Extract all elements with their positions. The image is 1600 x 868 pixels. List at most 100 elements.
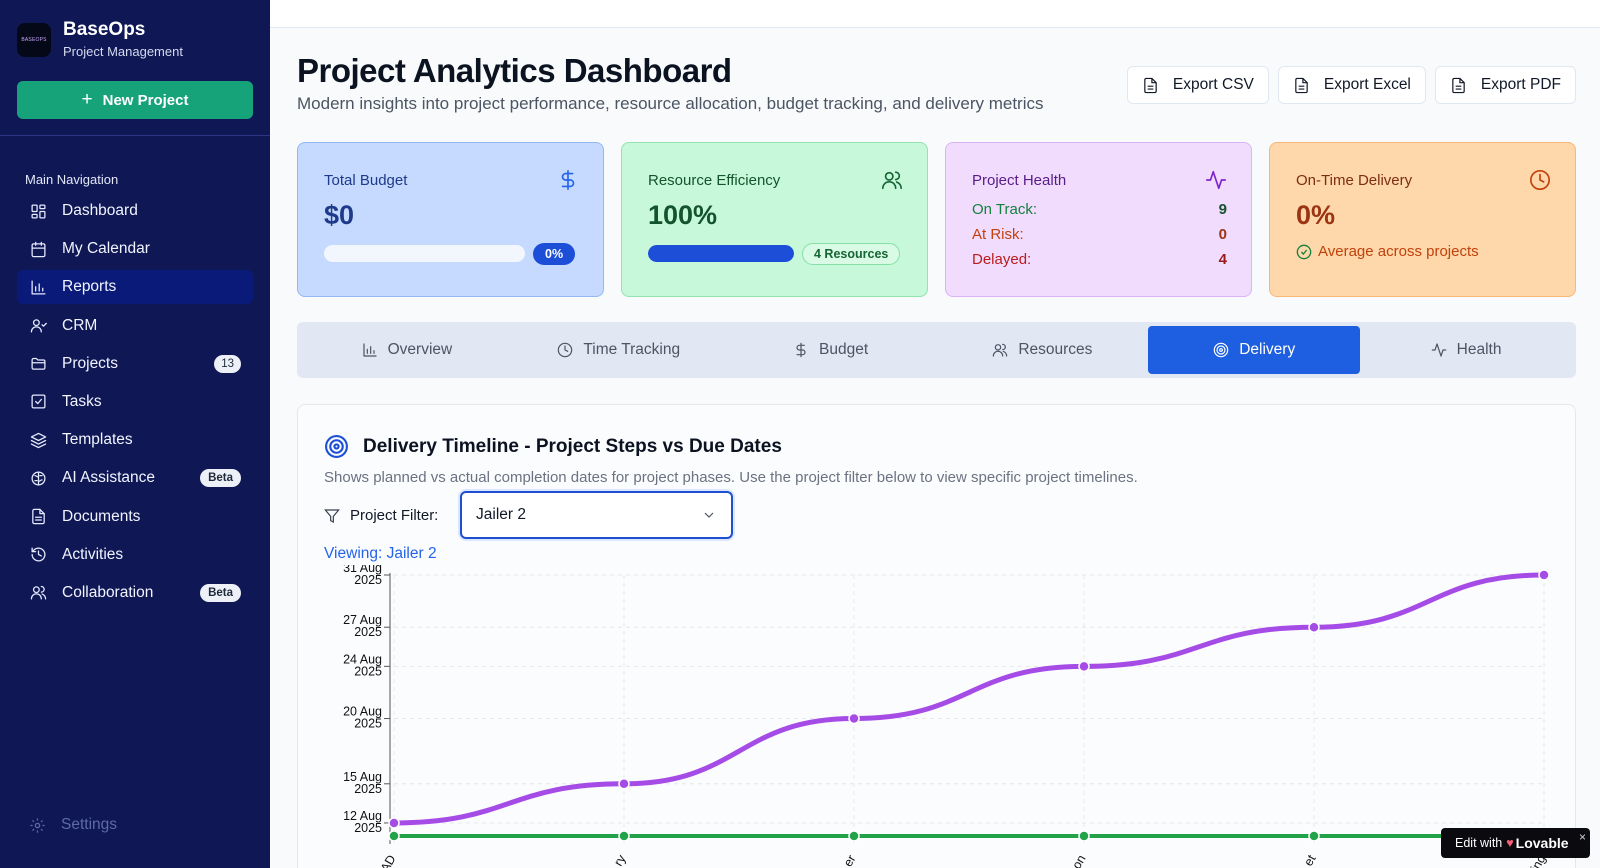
y-tick-label: 27 Aug 2025 xyxy=(343,613,382,639)
page-title: Project Analytics Dashboard xyxy=(297,52,732,89)
brand[interactable]: BASEOPS BaseOps Project Management xyxy=(0,0,270,64)
activity-icon xyxy=(1205,169,1227,191)
project-health-card: Project Health On Track: 9 At Risk: 0 Dela… xyxy=(945,142,1252,297)
lovable-prefix: Edit with xyxy=(1455,836,1503,850)
on-time-delivery-card: On-Time Delivery 0% Average across proje… xyxy=(1269,142,1576,297)
y-tick-label: 15 Aug 2025 xyxy=(343,770,382,796)
y-tick-label: 20 Aug 2025 xyxy=(343,705,382,731)
delayed-value: 4 xyxy=(1218,251,1227,268)
sidebar-item-label: Tasks xyxy=(62,392,102,410)
edit-with-lovable-badge[interactable]: Edit with ♥ Lovable × xyxy=(1441,828,1590,858)
checkbox-icon xyxy=(29,393,47,411)
series-point-1 xyxy=(848,712,860,725)
x-tick-label: er xyxy=(841,853,859,868)
sidebar-item-label: Dashboard xyxy=(62,202,138,219)
sidebar-item-label: Projects xyxy=(62,354,118,372)
sidebar-item-activities[interactable]: Activities xyxy=(17,538,253,572)
activity-icon xyxy=(1431,343,1446,357)
document-icon xyxy=(29,508,47,526)
sidebar-item-crm[interactable]: CRM xyxy=(17,309,253,343)
history-icon xyxy=(29,546,47,564)
resources-count-badge: 4 Resources xyxy=(802,243,901,265)
card-title: On-Time Delivery xyxy=(1296,172,1413,189)
page-subtitle: Modern insights into project performance… xyxy=(297,94,1044,113)
series-line-1 xyxy=(391,572,1547,826)
on-track-row: On Track: 9 xyxy=(972,201,1227,218)
export-pdf-label: Export PDF xyxy=(1480,76,1561,93)
filter-label-text: Project Filter: xyxy=(350,507,439,524)
x-tick-label: on xyxy=(1070,852,1089,868)
gear-icon xyxy=(30,817,45,833)
series-point-1 xyxy=(618,778,630,790)
sidebar-item-documents[interactable]: Documents xyxy=(17,500,253,534)
sidebar-item-my-calendar[interactable]: My Calendar xyxy=(17,232,253,266)
tab-label: Overview xyxy=(387,341,453,358)
tab-budget[interactable]: Budget xyxy=(725,326,937,374)
total-budget-card: Total Budget $0 0% xyxy=(297,142,604,297)
bar-chart-icon xyxy=(363,343,377,357)
tab-label: Time Tracking xyxy=(583,341,681,358)
sidebar-item-ai-assistance[interactable]: AI Assistance Beta xyxy=(17,461,253,495)
file-icon xyxy=(1144,77,1157,93)
sidebar-item-settings[interactable]: Settings xyxy=(29,816,117,834)
panel-description: Shows planned vs actual completion dates… xyxy=(324,469,1138,486)
y-tick-label: 31 Aug 2025 xyxy=(343,565,382,587)
brand-name: BaseOps xyxy=(63,19,146,40)
delayed-label: Delayed: xyxy=(972,251,1032,268)
sidebar-item-dashboard[interactable]: Dashboard xyxy=(17,194,253,228)
series-point-1 xyxy=(1538,569,1550,581)
new-project-label: New Project xyxy=(102,91,189,109)
settings-label: Settings xyxy=(61,816,118,833)
filter-icon xyxy=(324,508,340,523)
layers-icon xyxy=(29,431,47,449)
tab-resources[interactable]: Resources xyxy=(936,326,1148,374)
sidebar-item-tasks[interactable]: Tasks xyxy=(17,385,253,419)
at-risk-value: 0 xyxy=(1218,226,1227,243)
export-excel-button[interactable]: Export Excel xyxy=(1277,66,1426,104)
series-point-1 xyxy=(1078,660,1090,673)
brain-icon xyxy=(29,469,47,487)
delivery-note-text: Average across projects xyxy=(1318,243,1479,260)
x-tick-label: et xyxy=(1301,852,1319,868)
sidebar-item-label: AI Assistance xyxy=(62,469,156,487)
efficiency-progress-bar xyxy=(648,245,794,262)
plus-icon: + xyxy=(81,89,93,110)
tab-delivery[interactable]: Delivery xyxy=(1148,326,1361,374)
heart-icon: ♥ xyxy=(1506,836,1514,850)
tab-health[interactable]: Health xyxy=(1360,326,1572,374)
efficiency-progress-fill xyxy=(648,245,794,262)
x-tick-label: AD xyxy=(378,853,399,868)
sidebar-item-collaboration[interactable]: Collaboration Beta xyxy=(17,576,253,610)
delivery-note: Average across projects xyxy=(1296,243,1479,260)
report-tabs: Overview Time Tracking Budget Resources … xyxy=(297,322,1576,378)
sidebar-item-label: My Calendar xyxy=(62,240,150,258)
dollar-icon xyxy=(557,169,579,191)
sidebar-item-templates[interactable]: Templates xyxy=(17,423,253,457)
card-title: Resource Efficiency xyxy=(648,172,781,189)
clock-icon xyxy=(558,342,573,358)
at-risk-row: At Risk: 0 xyxy=(972,226,1227,243)
on-track-value: 9 xyxy=(1218,201,1227,218)
resource-efficiency-card: Resource Efficiency 100% 4 Resources xyxy=(621,142,928,297)
new-project-button[interactable]: + New Project xyxy=(17,81,253,119)
clock-icon xyxy=(1529,169,1551,191)
export-pdf-button[interactable]: Export PDF xyxy=(1434,66,1576,104)
export-excel-label: Export Excel xyxy=(1323,76,1411,93)
tab-overview[interactable]: Overview xyxy=(301,326,513,374)
series-point-2 xyxy=(848,830,860,842)
sidebar-item-label: Templates xyxy=(62,431,133,449)
delivery-timeline-chart: 12 Aug 2025 15 Aug 2025 20 Aug 2025 24 Aug 2025… xyxy=(343,565,1550,868)
delivery-timeline-panel: Delivery Timeline - Project Steps vs Due… xyxy=(297,404,1576,868)
close-icon[interactable]: × xyxy=(1579,830,1586,844)
budget-percent-badge: 0% xyxy=(533,243,576,265)
tab-time-tracking[interactable]: Time Tracking xyxy=(513,326,725,374)
top-bar xyxy=(270,0,1600,28)
export-csv-button[interactable]: Export CSV xyxy=(1126,66,1269,104)
sidebar-item-projects[interactable]: Projects 13 xyxy=(17,347,253,381)
tab-label: Resources xyxy=(1018,341,1093,358)
sidebar-item-label: Collaboration xyxy=(62,583,154,601)
sidebar-item-reports[interactable]: Reports xyxy=(17,270,253,305)
sidebar-item-label: CRM xyxy=(62,316,98,334)
lovable-brand: Lovable xyxy=(1515,835,1569,851)
project-filter-select[interactable]: Jailer 2 xyxy=(460,491,733,539)
